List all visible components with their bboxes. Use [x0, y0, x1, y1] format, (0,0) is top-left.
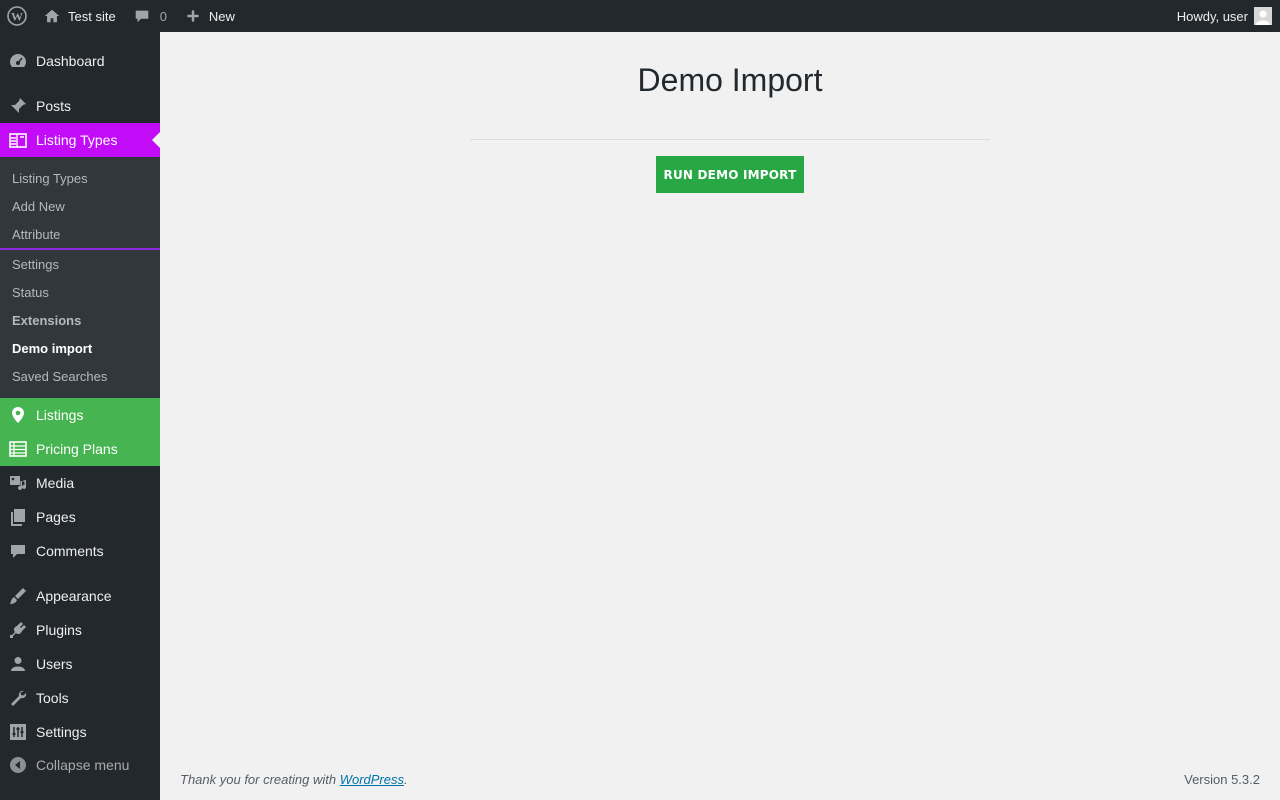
new-label: New: [208, 8, 235, 24]
menu-comments[interactable]: Comments: [0, 534, 160, 568]
paintbrush-icon: [0, 586, 36, 606]
page-title: Demo Import: [637, 62, 823, 98]
new-content-link[interactable]: New: [175, 0, 243, 32]
site-name: Test site: [68, 8, 116, 24]
menu-label: Plugins: [36, 622, 82, 638]
menu-users[interactable]: Users: [0, 647, 160, 681]
menu-pricing-plans[interactable]: Pricing Plans: [0, 432, 160, 466]
admin-sidebar: Dashboard Posts Listing Types Listing Ty…: [0, 32, 160, 800]
listing-types-icon: [0, 130, 36, 150]
menu-label: Tools: [36, 690, 69, 706]
menu-appearance[interactable]: Appearance: [0, 579, 160, 613]
submenu-settings[interactable]: Settings: [12, 257, 59, 272]
settings-icon: [0, 722, 36, 742]
comments-link[interactable]: 0: [124, 0, 175, 32]
menu-settings[interactable]: Settings: [0, 715, 160, 749]
run-demo-import-button[interactable]: RUN DEMO IMPORT: [656, 156, 804, 193]
menu-label: Users: [36, 656, 73, 672]
footer-thanks-suffix: .: [404, 772, 408, 787]
current-menu-arrow: [152, 132, 160, 148]
menu-label: Posts: [36, 98, 72, 114]
collapse-arrow-icon: [0, 755, 36, 775]
table-icon: [0, 439, 36, 459]
main-content: Demo Import RUN DEMO IMPORT Thank you fo…: [160, 32, 1280, 800]
submenu-demo-import[interactable]: Demo import: [12, 341, 92, 356]
howdy-text: Howdy, user: [1176, 8, 1248, 24]
home-icon: [42, 6, 62, 26]
footer-thanks: Thank you for creating with WordPress.: [180, 772, 408, 787]
location-pin-icon: [0, 405, 36, 425]
footer-version: Version 5.3.2: [1184, 772, 1260, 787]
account-menu[interactable]: Howdy, user: [1177, 7, 1280, 25]
menu-label: Collapse menu: [36, 757, 130, 773]
menu-label: Dashboard: [36, 53, 105, 69]
wordpress-logo-button[interactable]: W: [0, 0, 34, 32]
svg-text:W: W: [11, 10, 23, 24]
submenu-extensions[interactable]: Extensions: [12, 313, 81, 328]
submenu-listing-types[interactable]: Listing Types: [12, 171, 88, 186]
site-name-link[interactable]: Test site: [34, 0, 124, 32]
submenu-status[interactable]: Status: [12, 285, 49, 300]
admin-bar: W Test site 0 New Howdy, user: [0, 0, 1280, 32]
plugin-icon: [0, 620, 36, 640]
wordpress-logo-icon: W: [7, 6, 27, 26]
menu-label: Settings: [36, 724, 87, 740]
comments-count: 0: [159, 8, 167, 24]
footer-thanks-prefix: Thank you for creating with: [180, 772, 340, 787]
menu-label: Appearance: [36, 588, 112, 604]
wrench-icon: [0, 688, 36, 708]
pin-icon: [0, 96, 36, 116]
collapse-menu-button[interactable]: Collapse menu: [0, 748, 160, 782]
media-icon: [0, 473, 36, 493]
dashboard-icon: [0, 51, 36, 71]
submenu-attribute[interactable]: Attribute: [12, 227, 60, 242]
menu-label: Listings: [36, 407, 84, 423]
pages-icon: [0, 507, 36, 527]
submenu-divider: [0, 248, 160, 250]
menu-label: Comments: [36, 543, 104, 559]
menu-media[interactable]: Media: [0, 466, 160, 500]
menu-label: Pricing Plans: [36, 441, 118, 457]
menu-pages[interactable]: Pages: [0, 500, 160, 534]
user-icon: [0, 654, 36, 674]
listing-types-submenu: Listing Types Add New Attribute Settings…: [0, 157, 160, 398]
menu-dashboard[interactable]: Dashboard: [0, 44, 160, 78]
menu-label: Listing Types: [36, 132, 118, 148]
menu-listing-types[interactable]: Listing Types: [0, 123, 160, 157]
menu-listings[interactable]: Listings: [0, 398, 160, 432]
menu-label: Pages: [36, 509, 76, 525]
menu-posts[interactable]: Posts: [0, 89, 160, 123]
menu-label: Media: [36, 475, 75, 491]
submenu-saved-searches[interactable]: Saved Searches: [12, 369, 107, 384]
comment-icon: [0, 541, 36, 561]
wordpress-link[interactable]: WordPress: [340, 772, 404, 787]
submenu-add-new[interactable]: Add New: [12, 199, 65, 214]
plus-icon: [183, 6, 203, 26]
divider: [470, 139, 990, 140]
comment-icon: [132, 6, 152, 26]
menu-tools[interactable]: Tools: [0, 681, 160, 715]
avatar: [1254, 7, 1272, 25]
menu-plugins[interactable]: Plugins: [0, 613, 160, 647]
